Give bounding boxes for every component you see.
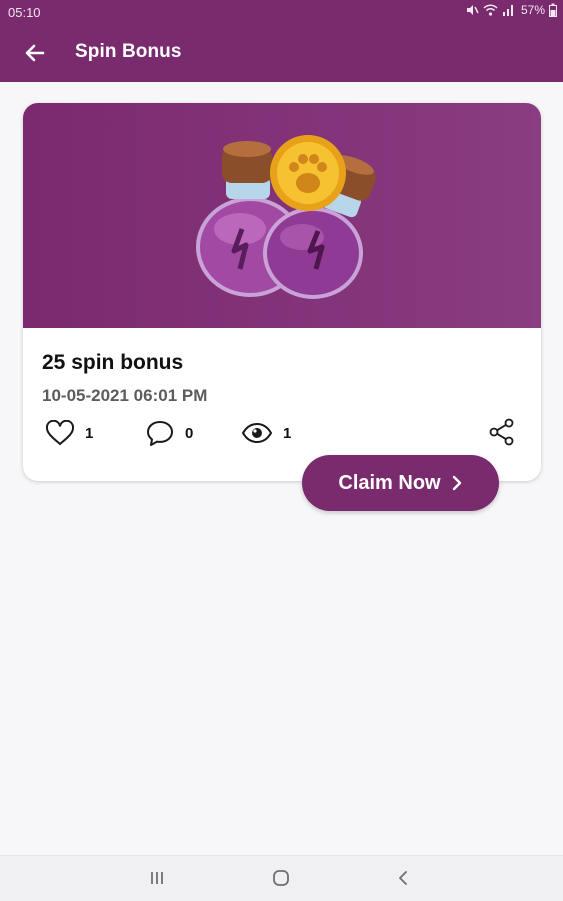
comment-stat[interactable]: 0 (145, 419, 193, 447)
view-stat: 1 (241, 419, 291, 447)
status-icons: 57% (465, 3, 557, 17)
signal-icon (502, 5, 513, 16)
post-title: 25 spin bonus (42, 351, 184, 374)
system-nav-bar (0, 855, 563, 901)
chevron-right-icon (452, 475, 461, 491)
wifi-icon (483, 4, 498, 16)
back-icon (399, 871, 407, 885)
share-icon (489, 418, 514, 446)
status-bar: 05:10 57% (0, 0, 563, 24)
post-card[interactable]: 25 spin bonus 10-05-2021 06:01 PM 1 0 1 (23, 103, 541, 481)
view-count: 1 (283, 424, 292, 442)
comment-count: 0 (185, 424, 194, 442)
like-stat[interactable]: 1 (45, 419, 93, 447)
page-title: Spin Bonus (75, 41, 182, 62)
battery-icon (549, 3, 557, 17)
eye-icon (241, 422, 273, 444)
heart-icon (45, 420, 75, 446)
back-button[interactable] (22, 41, 48, 65)
post-banner (23, 103, 541, 328)
like-count: 1 (85, 424, 94, 442)
share-button[interactable] (488, 418, 516, 446)
claim-now-label: Claim Now (338, 471, 441, 494)
recents-icon (151, 872, 163, 884)
app-bar: Spin Bonus (0, 24, 563, 82)
home-icon (273, 870, 289, 886)
claim-now-button[interactable]: Claim Now (302, 455, 499, 511)
nav-back-button[interactable] (391, 866, 417, 890)
arrow-left-icon (25, 44, 45, 62)
battery-percent: 57% (520, 3, 545, 17)
recents-button[interactable] (144, 866, 170, 890)
post-date: 10-05-2021 06:01 PM (42, 386, 208, 405)
potions-coin-illustration (196, 135, 376, 299)
status-time: 05:10 (8, 5, 41, 20)
home-button[interactable] (268, 866, 294, 890)
mute-icon (466, 5, 479, 15)
comment-icon (147, 421, 173, 446)
